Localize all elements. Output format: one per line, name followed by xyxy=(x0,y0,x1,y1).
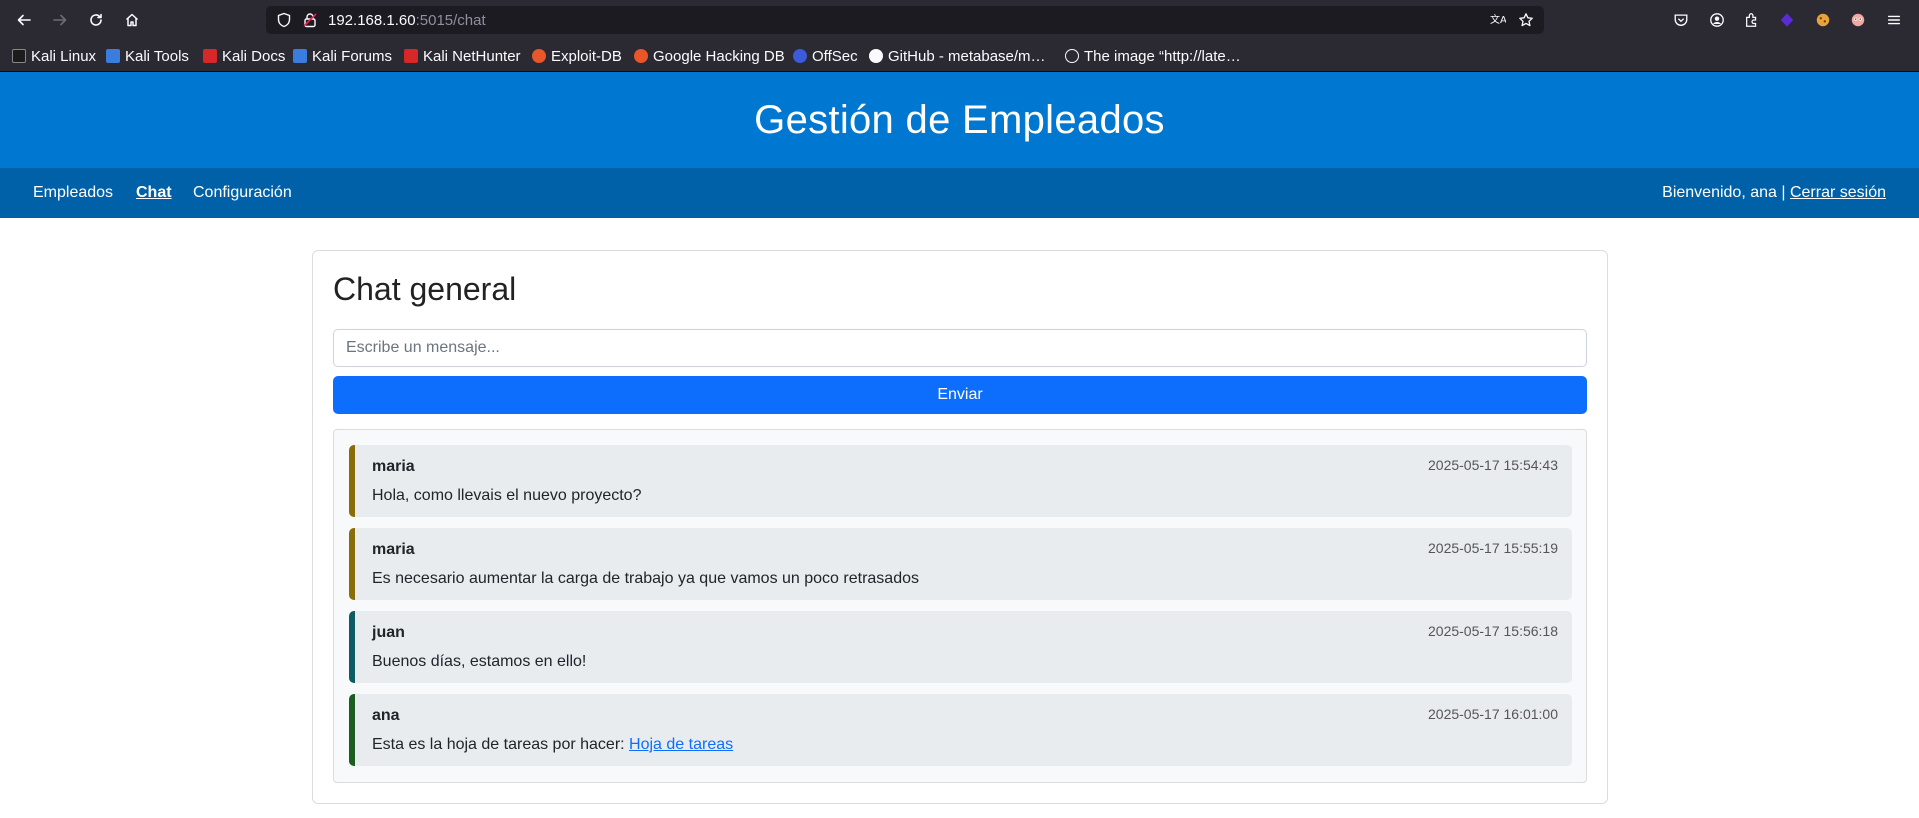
bookmark-label: The image “http://late… xyxy=(1084,47,1241,65)
extension-purple-icon[interactable] xyxy=(1778,11,1796,29)
chat-title: Chat general xyxy=(333,271,517,307)
pocket-icon[interactable] xyxy=(1672,11,1690,29)
message-timestamp: 2025-05-17 15:54:43 xyxy=(1428,457,1558,473)
extension-face-icon[interactable] xyxy=(1849,11,1867,29)
bookmark-kali-docs[interactable]: Kali Docs xyxy=(203,46,285,66)
bookmark-label: Exploit-DB xyxy=(551,47,622,65)
bookmarks-bar: Kali Linux Kali Tools Kali Docs Kali For… xyxy=(0,41,1919,72)
messages-list: maria 2025-05-17 15:54:43 Hola, como lle… xyxy=(333,429,1587,783)
insecure-lock-icon[interactable] xyxy=(302,12,318,28)
bookmark-label: Kali Linux xyxy=(31,47,97,65)
page-title: Gestión de Empleados xyxy=(754,97,1165,142)
forward-icon[interactable] xyxy=(49,9,71,31)
bookmark-kali-forums[interactable]: Kali Forums xyxy=(293,46,392,66)
message-author: maria xyxy=(372,458,415,475)
message-timestamp: 2025-05-17 15:56:18 xyxy=(1428,623,1558,639)
github-icon xyxy=(869,49,883,63)
welcome-text: Bienvenido, ana | xyxy=(1662,184,1790,201)
back-icon[interactable] xyxy=(13,9,35,31)
message-item: maria 2025-05-17 15:54:43 Hola, como lle… xyxy=(349,445,1572,517)
bookmark-google-hacking-db[interactable]: Google Hacking DB xyxy=(634,46,785,66)
message-text: Es necesario aumentar la carga de trabaj… xyxy=(372,570,919,587)
ghdb-icon xyxy=(634,49,648,63)
translate-icon[interactable]: 文A xyxy=(1490,12,1506,28)
message-timestamp: 2025-05-17 15:55:19 xyxy=(1428,540,1558,556)
url-text[interactable]: 192.168.1.60:5015/chat xyxy=(328,12,486,29)
menu-icon[interactable] xyxy=(1885,11,1903,29)
bookmark-label: Kali NetHunter xyxy=(423,47,521,65)
chat-card: Chat general Enviar maria 2025-05-17 15:… xyxy=(312,250,1608,804)
message-text: Esta es la hoja de tareas por hacer: Hoj… xyxy=(372,736,733,754)
svg-text:文A: 文A xyxy=(1490,13,1506,26)
message-item: maria 2025-05-17 15:55:19 Es necesario a… xyxy=(349,528,1572,600)
bookmark-kali-nethunter[interactable]: Kali NetHunter xyxy=(404,46,521,66)
task-sheet-link[interactable]: Hoja de tareas xyxy=(629,736,733,753)
bookmark-label: OffSec xyxy=(812,47,858,65)
exploit-db-icon xyxy=(532,49,546,63)
url-path: :5015/chat xyxy=(415,12,486,29)
bookmark-label: GitHub - metabase/m… xyxy=(888,47,1046,65)
nav-item-empleados[interactable]: Empleados xyxy=(33,184,113,202)
bookmark-star-icon[interactable] xyxy=(1518,12,1534,28)
send-button[interactable]: Enviar xyxy=(333,376,1587,414)
bookmark-kali-linux[interactable]: Kali Linux xyxy=(12,46,96,66)
home-icon[interactable] xyxy=(121,9,143,31)
bookmark-label: Google Hacking DB xyxy=(653,47,785,65)
account-icon[interactable] xyxy=(1708,11,1726,29)
nethunter-icon xyxy=(404,49,418,63)
bookmark-github-metabase[interactable]: GitHub - metabase/m… xyxy=(869,46,1046,66)
extension-cookie-icon[interactable] xyxy=(1814,11,1832,29)
bookmark-kali-tools[interactable]: Kali Tools xyxy=(106,46,189,66)
bookmark-label: Kali Forums xyxy=(312,47,393,65)
message-text-body: Esta es la hoja de tareas por hacer: xyxy=(372,736,630,753)
nav-item-configuracion[interactable]: Configuración xyxy=(193,184,292,202)
reload-icon[interactable] xyxy=(85,9,107,31)
bookmark-offsec[interactable]: OffSec xyxy=(793,46,858,66)
message-input[interactable] xyxy=(333,329,1587,367)
kali-tools-icon xyxy=(106,49,120,63)
message-author: ana xyxy=(372,707,400,724)
logout-link[interactable]: Cerrar sesión xyxy=(1790,184,1886,201)
kali-dragon-icon xyxy=(12,49,26,63)
app-header: Gestión de Empleados xyxy=(0,72,1919,168)
user-area: Bienvenido, ana | Cerrar sesión xyxy=(1662,184,1886,202)
message-text: Hola, como llevais el nuevo proyecto? xyxy=(372,487,642,504)
extensions-icon[interactable] xyxy=(1743,11,1761,29)
offsec-icon xyxy=(793,49,807,63)
message-item: juan 2025-05-17 15:56:18 Buenos días, es… xyxy=(349,611,1572,683)
main-nav: Empleados Chat Configuración Bienvenido,… xyxy=(0,168,1919,218)
tracking-shield-icon[interactable] xyxy=(276,12,292,28)
message-text: Buenos días, estamos en ello! xyxy=(372,653,587,670)
nav-item-chat[interactable]: Chat xyxy=(136,184,172,202)
kali-docs-icon xyxy=(203,49,217,63)
url-host: 192.168.1.60 xyxy=(328,12,416,29)
bookmark-label: Kali Tools xyxy=(125,47,189,65)
browser-toolbar: 192.168.1.60:5015/chat 文A xyxy=(0,0,1919,41)
bookmark-image[interactable]: The image “http://late… xyxy=(1065,46,1241,66)
globe-icon xyxy=(1065,49,1079,63)
url-bar[interactable]: 192.168.1.60:5015/chat 文A xyxy=(266,6,1544,34)
kali-forums-icon xyxy=(293,49,307,63)
bookmark-label: Kali Docs xyxy=(222,47,286,65)
message-author: juan xyxy=(372,624,405,641)
message-author: maria xyxy=(372,541,415,558)
message-item: ana 2025-05-17 16:01:00 Esta es la hoja … xyxy=(349,694,1572,766)
message-timestamp: 2025-05-17 16:01:00 xyxy=(1428,706,1558,722)
bookmark-exploit-db[interactable]: Exploit-DB xyxy=(532,46,622,66)
